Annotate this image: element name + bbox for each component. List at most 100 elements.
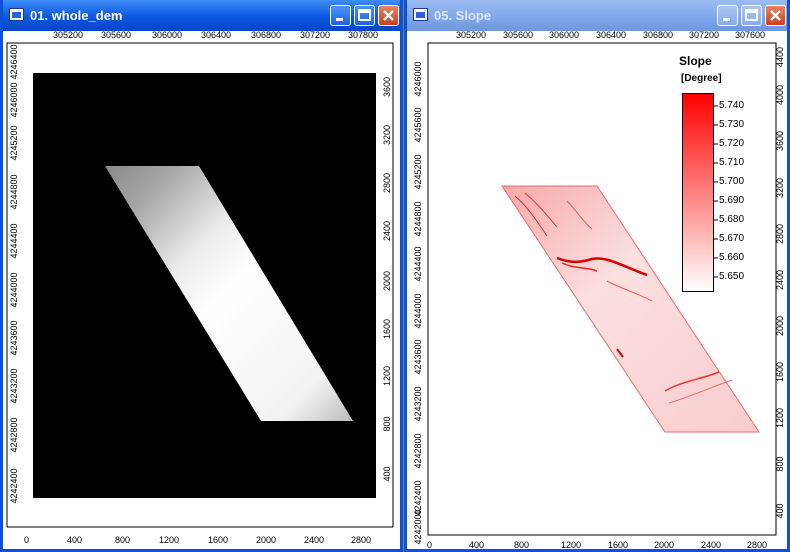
left-tick-label: 4243600	[413, 339, 423, 375]
left-tick-label: 4245200	[9, 125, 19, 161]
map-view[interactable]: 305200 305600 306000 306400 306800 30720…	[3, 30, 400, 549]
right-tick-label: 2800	[775, 223, 785, 245]
left-tick-label: 4246000	[9, 82, 19, 118]
left-tick-label: 4244400	[9, 223, 19, 259]
map-view[interactable]: 305200 305600 306000 306400 306800 30720…	[407, 30, 787, 550]
top-tick-label: 306800	[251, 30, 282, 40]
right-tick-label: 1200	[775, 407, 785, 429]
bottom-tick-label: 800	[514, 540, 530, 550]
left-tick-label: 4242400	[9, 468, 19, 504]
maximize-button[interactable]	[741, 5, 762, 26]
top-tick-label: 307800	[348, 30, 379, 40]
close-icon	[383, 10, 394, 21]
right-tick-label: 400	[775, 503, 785, 519]
legend-tick: 5.680	[719, 214, 745, 225]
map-window-icon[interactable]	[413, 8, 428, 21]
legend-tick: 5.730	[719, 119, 745, 130]
right-tick-label: 2000	[775, 315, 785, 337]
top-tick-label: 307200	[689, 30, 720, 40]
legend-unit: [Degree]	[681, 73, 722, 84]
legend-tick: 5.660	[719, 252, 745, 263]
left-tick-label: 4244000	[9, 272, 19, 308]
dem-grid	[105, 166, 353, 421]
legend-tick: 5.670	[719, 233, 745, 244]
top-tick-label: 307600	[735, 30, 766, 40]
bottom-tick-label: 400	[469, 540, 485, 550]
close-button[interactable]	[378, 5, 399, 26]
bottom-tick-label: 1600	[608, 540, 629, 550]
bottom-tick-label: 2400	[701, 540, 722, 550]
legend-tick: 5.720	[719, 138, 745, 149]
maximize-icon	[745, 9, 758, 21]
legend-tick: 5.700	[719, 176, 745, 187]
top-tick-label: 306000	[152, 30, 183, 40]
window-title: 05. Slope	[434, 8, 492, 23]
top-tick-label: 305600	[101, 30, 132, 40]
bottom-tick-label: 800	[115, 535, 131, 545]
bottom-tick-label: 2400	[304, 535, 325, 545]
right-tick-label: 4400	[775, 46, 785, 68]
top-tick-label: 305200	[53, 30, 84, 40]
bottom-tick-label: 0	[24, 535, 30, 545]
bottom-tick-label: 0	[427, 540, 433, 550]
window-slope[interactable]: 05. Slope 305200 305600 306000 306400 30…	[404, 0, 790, 552]
top-tick-label: 306400	[596, 30, 627, 40]
bottom-tick-label: 2000	[256, 535, 277, 545]
right-tick-label: 400	[382, 466, 392, 482]
top-tick-label: 306800	[643, 30, 674, 40]
right-tick-label: 1600	[775, 361, 785, 383]
title-bar[interactable]: 05. Slope	[407, 0, 787, 31]
map-window-icon[interactable]	[9, 8, 24, 21]
left-tick-label: 4243600	[9, 320, 19, 356]
left-tick-label: 4243200	[9, 368, 19, 404]
left-tick-label: 4246000	[413, 61, 423, 97]
top-tick-label: 305600	[503, 30, 534, 40]
minimize-button[interactable]	[330, 5, 351, 26]
left-tick-label: 4242800	[413, 433, 423, 469]
bottom-tick-label: 1200	[159, 535, 180, 545]
left-tick-label: 4245600	[413, 107, 423, 143]
minimize-button[interactable]	[717, 5, 738, 26]
top-tick-label: 305200	[456, 30, 487, 40]
maximize-icon	[358, 9, 371, 21]
right-tick-label: 3600	[382, 76, 392, 98]
right-tick-label: 4000	[775, 84, 785, 106]
right-tick-label: 3600	[775, 130, 785, 152]
close-button[interactable]	[765, 5, 786, 26]
right-tick-label: 2400	[382, 220, 392, 242]
right-tick-label: 2000	[382, 270, 392, 292]
dem-raster	[33, 73, 376, 498]
left-tick-label: 4244800	[9, 174, 19, 210]
bottom-tick-label: 2800	[747, 540, 768, 550]
legend-title: Slope	[679, 54, 712, 68]
bottom-tick-label: 1600	[208, 535, 229, 545]
left-tick-label: 4245200	[413, 154, 423, 190]
top-tick-label: 306400	[201, 30, 232, 40]
left-tick-label: 4242800	[9, 417, 19, 453]
window-whole-dem[interactable]: 01. whole_dem 305200 305600 306000 30640…	[0, 0, 403, 552]
close-icon	[770, 10, 781, 21]
legend-colorbar	[682, 93, 714, 292]
top-tick-label: 306000	[549, 30, 580, 40]
left-tick-label: 4244000	[413, 293, 423, 329]
title-bar[interactable]: 01. whole_dem	[3, 0, 400, 31]
legend-tick: 5.740	[719, 100, 745, 111]
minimize-icon	[723, 18, 730, 21]
right-tick-label: 800	[382, 416, 392, 432]
bottom-tick-label: 2000	[654, 540, 675, 550]
right-tick-label: 2400	[775, 269, 785, 291]
left-tick-label: 4244400	[413, 246, 423, 282]
minimize-icon	[336, 18, 343, 21]
left-tick-label: 4246400	[9, 44, 19, 80]
left-tick-label: 4244800	[413, 201, 423, 237]
maximize-button[interactable]	[354, 5, 375, 26]
window-title: 01. whole_dem	[30, 8, 123, 23]
top-tick-label: 307200	[300, 30, 331, 40]
legend-tick: 5.690	[719, 195, 745, 206]
left-tick-label: 4243200	[413, 386, 423, 422]
right-tick-label: 1200	[382, 365, 392, 387]
left-tick-label: 4242000	[413, 509, 423, 545]
bottom-tick-label: 400	[67, 535, 83, 545]
right-tick-label: 3200	[775, 177, 785, 199]
right-tick-label: 3200	[382, 124, 392, 146]
